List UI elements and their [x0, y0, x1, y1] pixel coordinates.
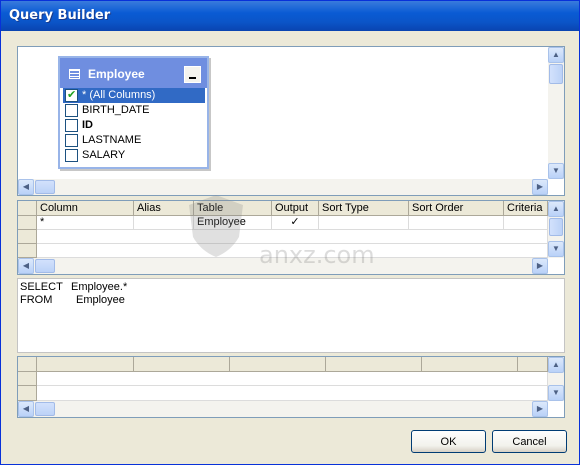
results-vertical-scrollbar[interactable]: ▲ ▼: [548, 357, 564, 401]
column-label: BIRTH_DATE: [82, 104, 150, 116]
column-checkbox[interactable]: [65, 149, 78, 162]
results-header[interactable]: [422, 357, 518, 372]
criteria-horizontal-scrollbar[interactable]: ◀ ▶: [18, 258, 548, 274]
scroll-down-button[interactable]: ▼: [548, 385, 564, 401]
column-item-birth-date[interactable]: BIRTH_DATE: [63, 103, 205, 118]
criteria-vertical-scrollbar[interactable]: ▲ ▼: [548, 201, 564, 258]
query-builder-window: Query Builder ▲ ▼ ◀ ▶ Employee * (All Co…: [0, 0, 580, 465]
scroll-down-button[interactable]: ▼: [548, 241, 564, 257]
diagram-horizontal-scrollbar[interactable]: ◀ ▶: [18, 179, 548, 195]
scroll-thumb[interactable]: [35, 402, 55, 416]
column-checkbox[interactable]: [65, 88, 78, 103]
scroll-thumb[interactable]: [549, 64, 563, 84]
cancel-button[interactable]: Cancel: [492, 430, 567, 453]
scroll-up-button[interactable]: ▲: [548, 201, 564, 217]
column-header-table[interactable]: Table: [194, 201, 272, 216]
scroll-right-button[interactable]: ▶: [532, 258, 548, 274]
row-header-corner: [18, 201, 37, 216]
column-header-alias[interactable]: Alias: [134, 201, 194, 216]
column-header-column[interactable]: Column: [37, 201, 134, 216]
column-header-criteria[interactable]: Criteria: [504, 201, 548, 216]
empty-row[interactable]: [37, 230, 548, 244]
column-label: SALARY: [82, 149, 126, 161]
cell-sort-type[interactable]: [319, 216, 409, 230]
column-label: LASTNAME: [82, 134, 142, 146]
column-header-sort-order[interactable]: Sort Order: [409, 201, 504, 216]
scroll-down-button[interactable]: ▼: [548, 163, 564, 179]
column-label: * (All Columns): [82, 89, 156, 101]
scroll-thumb[interactable]: [549, 218, 563, 236]
row-header[interactable]: [18, 244, 37, 258]
scroll-up-button[interactable]: ▲: [548, 47, 564, 63]
column-header-output[interactable]: Output: [272, 201, 319, 216]
cell-sort-order[interactable]: [409, 216, 504, 230]
cell-criteria[interactable]: [504, 216, 548, 230]
column-item-all[interactable]: * (All Columns): [63, 88, 205, 103]
sql-from-value: Employee: [76, 294, 125, 306]
column-checkbox[interactable]: [65, 104, 78, 117]
employee-table-window[interactable]: Employee * (All Columns) BIRTH_DATE ID L…: [58, 56, 209, 169]
empty-row[interactable]: [37, 386, 548, 401]
diagram-vertical-scrollbar[interactable]: ▲ ▼: [548, 47, 564, 179]
column-item-lastname[interactable]: LASTNAME: [63, 133, 205, 148]
criteria-pane[interactable]: Column Alias Table Output Sort Type Sort…: [17, 200, 565, 275]
scroll-right-button[interactable]: ▶: [532, 401, 548, 417]
scroll-left-button[interactable]: ◀: [18, 258, 34, 274]
minimize-icon[interactable]: [184, 66, 201, 83]
cell-table[interactable]: Employee: [194, 216, 272, 230]
column-header-sort-type[interactable]: Sort Type: [319, 201, 409, 216]
empty-row[interactable]: [37, 372, 548, 386]
table-icon: [69, 69, 80, 79]
results-horizontal-scrollbar[interactable]: ◀ ▶: [18, 401, 548, 417]
ok-button[interactable]: OK: [411, 430, 486, 453]
sql-select-value: Employee.*: [71, 281, 128, 293]
results-header[interactable]: [37, 357, 134, 372]
scroll-thumb[interactable]: [35, 180, 55, 194]
sql-select-keyword: SELECT: [20, 281, 63, 293]
row-header[interactable]: [18, 372, 37, 386]
column-item-salary[interactable]: SALARY: [63, 148, 205, 163]
cell-alias[interactable]: [134, 216, 194, 230]
window-title: Query Builder: [9, 8, 111, 23]
title-bar[interactable]: Query Builder: [1, 1, 579, 31]
row-header[interactable]: [18, 386, 37, 401]
column-checkbox[interactable]: [65, 119, 78, 132]
column-item-id[interactable]: ID: [63, 118, 205, 133]
scroll-left-button[interactable]: ◀: [18, 179, 34, 195]
sql-from-keyword: FROM: [20, 294, 53, 306]
row-header-corner: [18, 357, 37, 372]
results-header[interactable]: [518, 357, 548, 372]
results-header[interactable]: [134, 357, 230, 372]
table-window-header[interactable]: Employee: [60, 58, 207, 88]
scroll-up-button[interactable]: ▲: [548, 357, 564, 373]
empty-row[interactable]: [37, 244, 548, 258]
results-header[interactable]: [326, 357, 422, 372]
scroll-right-button[interactable]: ▶: [532, 179, 548, 195]
column-checkbox[interactable]: [65, 134, 78, 147]
results-header[interactable]: [230, 357, 326, 372]
row-header[interactable]: [18, 230, 37, 244]
sql-pane[interactable]: SELECT Employee.* FROM Employee: [17, 278, 565, 353]
scroll-thumb[interactable]: [35, 259, 55, 273]
scroll-left-button[interactable]: ◀: [18, 401, 34, 417]
results-pane[interactable]: ▲ ▼ ◀ ▶: [17, 356, 565, 418]
column-label: ID: [82, 119, 93, 131]
row-header[interactable]: [18, 216, 37, 230]
cell-column[interactable]: *: [37, 216, 134, 230]
table-name: Employee: [88, 67, 145, 81]
cell-output[interactable]: ✓: [272, 216, 319, 230]
